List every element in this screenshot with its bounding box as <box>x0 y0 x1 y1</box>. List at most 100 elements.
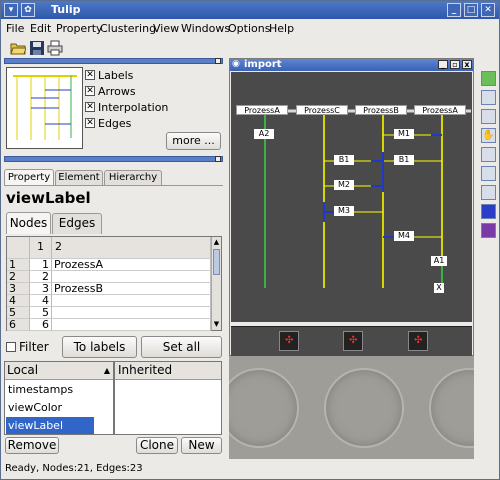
table-cell-value[interactable] <box>52 295 211 307</box>
process-label[interactable]: ProzessA <box>236 105 288 115</box>
more-button[interactable]: more ... <box>166 132 221 150</box>
save-icon[interactable] <box>29 40 45 56</box>
subtab-nodes[interactable]: Nodes <box>6 212 51 234</box>
minimize-icon[interactable]: _ <box>447 3 461 17</box>
close-icon[interactable]: ✕ <box>481 3 495 17</box>
thumbnail-view[interactable]: ✣ <box>279 331 299 351</box>
table-cell-value[interactable] <box>52 271 211 283</box>
graph-window-menu-icon[interactable]: ◉ <box>232 59 240 69</box>
zoom-mode-icon[interactable] <box>481 90 496 105</box>
table-cell-value[interactable]: ProzessA <box>52 259 211 271</box>
subtab-edges[interactable]: Edges <box>52 213 102 234</box>
arrows-checkbox[interactable]: ✕ <box>85 86 95 96</box>
add-node-icon[interactable] <box>481 185 496 200</box>
edges-checkbox[interactable]: ✕ <box>85 118 95 128</box>
graph-window-titlebar[interactable]: ◉ import _ ▫ x <box>230 59 473 71</box>
menu-property[interactable]: Property <box>56 22 103 35</box>
pointer-icon[interactable] <box>481 147 496 162</box>
delete-icon[interactable] <box>481 223 496 238</box>
table-cell-id[interactable]: 1 <box>30 259 52 271</box>
toolbar <box>1 39 499 58</box>
menu-view[interactable]: View <box>153 22 179 35</box>
list-item[interactable]: timestamps <box>6 381 112 398</box>
thumbnail-glyph-icon: ✣ <box>414 335 423 346</box>
graph-maximize-icon[interactable]: ▫ <box>450 60 460 69</box>
overview-dock-bar[interactable] <box>4 58 223 64</box>
node-label[interactable]: M4 <box>394 231 414 241</box>
labels-checkbox[interactable]: ✕ <box>85 70 95 80</box>
remove-button[interactable]: Remove <box>5 437 59 454</box>
graph-window-title: import <box>244 59 282 70</box>
node-label[interactable]: A2 <box>254 129 274 139</box>
interpolation-checkbox[interactable]: ✕ <box>85 102 95 112</box>
node-label[interactable]: B1 <box>394 155 414 165</box>
clone-button[interactable]: Clone <box>136 437 178 454</box>
print-icon[interactable] <box>47 40 63 56</box>
column-header-2[interactable]: 2 <box>52 237 211 259</box>
window-menu-icon[interactable]: ▾ <box>4 3 18 17</box>
maximize-icon[interactable]: □ <box>464 3 478 17</box>
thumbnail-glyph-icon: ✣ <box>349 335 358 346</box>
inherited-header[interactable]: Inherited <box>115 362 221 380</box>
row-header: 4 <box>7 295 30 307</box>
dock-close-icon[interactable] <box>215 58 221 64</box>
table-cell-id[interactable]: 2 <box>30 271 52 283</box>
overview-canvas[interactable] <box>6 67 83 149</box>
node-label[interactable]: M1 <box>394 129 414 139</box>
table-cell-value[interactable] <box>52 319 211 331</box>
process-label[interactable]: ProzessB <box>355 105 407 115</box>
hand-icon[interactable]: ✋ <box>481 128 496 143</box>
inherited-properties-list[interactable]: Inherited <box>114 361 222 435</box>
scroll-up-icon[interactable]: ▲ <box>213 238 220 246</box>
list-item[interactable]: viewColor <box>6 399 112 416</box>
property-dock-close-icon[interactable] <box>215 156 221 162</box>
filter-checkbox[interactable] <box>6 342 16 352</box>
background-emblem <box>324 368 404 448</box>
node-label[interactable]: B1 <box>334 155 354 165</box>
process-label[interactable]: ProzessC <box>296 105 348 115</box>
to-labels-button[interactable]: To labels <box>62 336 137 358</box>
move-icon[interactable] <box>481 166 496 181</box>
table-cell-id[interactable]: 3 <box>30 283 52 295</box>
menu-edit[interactable]: Edit <box>30 22 51 35</box>
table-cell-value[interactable] <box>52 307 211 319</box>
menu-clustering[interactable]: Clustering <box>100 22 156 35</box>
overview-graph-preview <box>13 75 77 140</box>
tab-element[interactable]: Element <box>55 170 103 185</box>
menu-help[interactable]: Help <box>269 22 294 35</box>
table-cell-id[interactable]: 5 <box>30 307 52 319</box>
thumbnail-view[interactable]: ✣ <box>408 331 428 351</box>
set-all-button[interactable]: Set all <box>141 336 222 358</box>
property-table[interactable]: 1 2 1 1 ProzessA 2 2 3 3 ProzessB 4 4 5 … <box>6 236 222 331</box>
graph-minimize-icon[interactable]: _ <box>438 60 448 69</box>
select-mode-icon[interactable] <box>481 71 496 86</box>
property-dock-bar[interactable] <box>4 156 223 162</box>
process-label[interactable]: ProzessA <box>414 105 466 115</box>
table-cell-id[interactable]: 4 <box>30 295 52 307</box>
open-folder-icon[interactable] <box>10 40 26 56</box>
tab-hierarchy[interactable]: Hierarchy <box>104 170 162 185</box>
navigate-mode-icon[interactable] <box>481 109 496 124</box>
menu-options[interactable]: Options <box>228 22 270 35</box>
graph-canvas[interactable]: ProzessA ProzessC ProzessB ProzessA A2 M… <box>231 72 472 322</box>
add-edge-icon[interactable] <box>481 204 496 219</box>
thumbnail-view[interactable]: ✣ <box>343 331 363 351</box>
node-label[interactable]: X <box>434 283 444 293</box>
tab-property[interactable]: Property <box>4 169 54 185</box>
list-item-selected[interactable]: viewLabel <box>6 417 94 434</box>
local-properties-list[interactable]: Local ▲ timestamps viewColor viewLabel <box>4 361 114 435</box>
new-button[interactable]: New <box>181 437 222 454</box>
scroll-down-icon[interactable]: ▼ <box>213 320 220 328</box>
table-scrollbar[interactable]: ▲ ▼ <box>211 237 221 330</box>
node-label[interactable]: M3 <box>334 206 354 216</box>
table-cell-id[interactable]: 6 <box>30 319 52 331</box>
menu-file[interactable]: File <box>6 22 24 35</box>
node-label[interactable]: A1 <box>431 256 447 266</box>
column-header-1[interactable]: 1 <box>30 237 52 259</box>
scroll-thumb[interactable] <box>213 249 220 275</box>
node-label[interactable]: M2 <box>334 180 354 190</box>
table-cell-value[interactable]: ProzessB <box>52 283 211 295</box>
menu-windows[interactable]: Windows <box>181 22 230 35</box>
local-header[interactable]: Local ▲ <box>5 362 113 380</box>
graph-close-icon[interactable]: x <box>462 60 472 69</box>
